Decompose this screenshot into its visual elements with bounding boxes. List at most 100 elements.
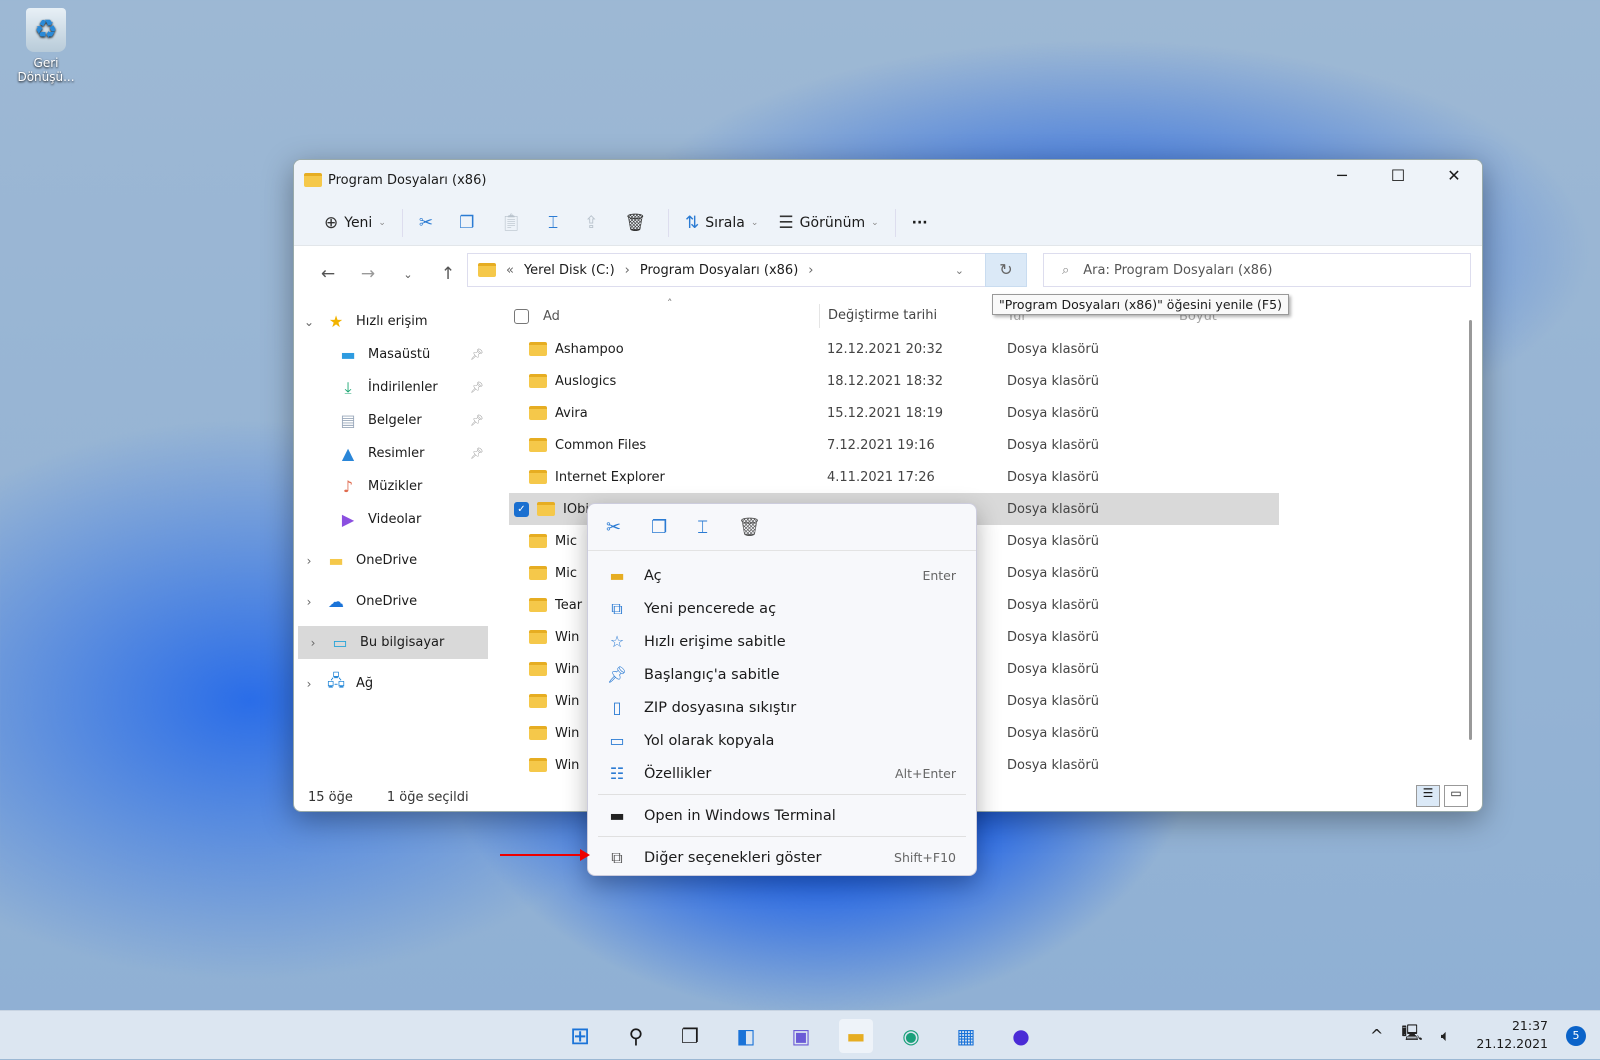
chevron-right-icon[interactable]: › (294, 554, 324, 568)
pictures-icon: ▲ (341, 444, 355, 463)
widgets-icon[interactable]: ◧ (729, 1019, 763, 1053)
search-input[interactable]: ⌕ Ara: Program Dosyaları (x86) (1043, 253, 1471, 287)
file-type: Dosya klasörü (1007, 469, 1099, 485)
context-menu-item[interactable]: ☷ Özellikler Alt+Enter (588, 757, 976, 790)
rename-icon: ⌶ (547, 212, 559, 233)
folder-icon: ▬ (328, 551, 344, 570)
sidebar-item[interactable]: ▲ Resimler 📌︎ (294, 437, 492, 470)
star-icon: ☆ (609, 632, 625, 651)
copy-icon[interactable]: ❐ (651, 517, 667, 538)
file-row[interactable]: Internet Explorer 4.11.2021 17:26 Dosya kl… (509, 461, 1279, 493)
sidebar-item[interactable]: › ▬ OneDrive (294, 544, 492, 577)
minimize-button[interactable]: ─ (1314, 160, 1370, 192)
share-button[interactable]: ⇪ (574, 207, 614, 239)
file-type: Dosya klasörü (1007, 757, 1099, 773)
file-modified: 7.12.2021 19:16 (827, 437, 935, 453)
start-icon[interactable]: ⊞ (563, 1019, 597, 1053)
view-button[interactable]: ☰ Görünüm ⌄ (768, 207, 888, 239)
sidebar-item[interactable]: › ▭ Bu bilgisayar (298, 626, 488, 659)
row-checkbox[interactable]: ✓ (514, 501, 529, 517)
back-arrow-icon[interactable]: ← (308, 264, 348, 284)
close-button[interactable]: ✕ (1426, 160, 1482, 192)
select-all-checkbox[interactable] (514, 308, 529, 324)
sort-button[interactable]: ⇅ Sırala ⌄ (675, 207, 768, 239)
refresh-button[interactable]: ↻ (985, 253, 1027, 287)
chevron-up-icon[interactable]: ^ (1370, 1026, 1383, 1045)
search-icon[interactable]: ⚲ (619, 1019, 653, 1053)
recycle-bin-icon: ♻ (26, 8, 66, 52)
chat-icon[interactable]: ▣ (784, 1019, 818, 1053)
trash-icon: 🗑︎ (624, 212, 647, 233)
cut-icon[interactable]: ✂ (606, 517, 621, 538)
new-button[interactable]: ⊕ Yeni ⌄ (314, 207, 396, 239)
rename-button[interactable]: ⌶ (538, 207, 574, 239)
file-type: Dosya klasörü (1007, 405, 1099, 421)
context-menu-item[interactable]: 📌︎ Başlangıç'a sabitle (588, 658, 976, 691)
address-bar[interactable]: « Yerel Disk (C:) › Program Dosyaları (x8… (467, 253, 1017, 287)
rename-icon[interactable]: ⌶ (697, 517, 708, 538)
file-name: Win (555, 629, 580, 645)
sidebar-item[interactable]: ♪ Müzikler (294, 470, 492, 503)
more-options-button[interactable]: ··· (902, 207, 938, 239)
sidebar-item-label: OneDrive (356, 553, 418, 568)
file-row[interactable]: Common Files 7.12.2021 19:16 Dosya klasörü (509, 429, 1279, 461)
edge-icon[interactable]: ◉ (894, 1019, 928, 1053)
refresh-tooltip: "Program Dosyaları (x86)" öğesini yenile… (992, 294, 1289, 315)
trash-icon[interactable]: 🗑︎ (738, 517, 761, 538)
app-icon[interactable]: ● (1004, 1019, 1038, 1053)
context-menu-item[interactable]: ☆ Hızlı erişime sabitle (588, 625, 976, 658)
paste-button[interactable]: 📋︎ (490, 207, 538, 239)
context-menu-item[interactable]: ▬ Aç Enter (588, 559, 976, 592)
sidebar-item[interactable]: › ☁ OneDrive (294, 585, 492, 618)
sidebar-item[interactable]: ⤓ İndirilenler 📌︎ (294, 371, 492, 404)
menu-item-show-more-options[interactable]: ⧉ Diğer seçenekleri göster Shift+F10 (588, 841, 976, 874)
breadcrumb-item[interactable]: Program Dosyaları (x86) (640, 263, 798, 278)
address-dropdown-icon[interactable]: ⌄ (955, 264, 964, 277)
chevron-right-icon[interactable]: › (294, 595, 324, 609)
store-icon[interactable]: ▦ (949, 1019, 983, 1053)
network-icon[interactable]: 🖳︎ (1401, 1022, 1422, 1049)
large-icons-view-button[interactable]: ▭ (1444, 785, 1468, 807)
search-icon: ⌕ (1062, 262, 1070, 278)
column-name[interactable]: Ad (543, 309, 560, 324)
folder-icon (529, 694, 547, 708)
file-row[interactable]: Ashampoo 12.12.2021 20:32 Dosya klasörü (509, 333, 1279, 365)
context-menu-item[interactable]: ▭ Yol olarak kopyala (588, 724, 976, 757)
sidebar-item[interactable]: ⌄ ★ Hızlı erişim (294, 305, 492, 338)
context-menu-item[interactable]: ⧉ Yeni pencerede aç (588, 592, 976, 625)
desktop-icon: ▬ (340, 345, 356, 364)
chevron-right-icon[interactable]: › (298, 636, 328, 650)
task-view-icon[interactable]: ❐ (673, 1019, 707, 1053)
chevron-right-icon[interactable]: › (294, 677, 324, 691)
up-arrow-icon[interactable]: ↑ (428, 264, 468, 284)
sidebar-item[interactable]: ▶ Videolar (294, 503, 492, 536)
sidebar-item[interactable]: ▬ Masaüstü 📌︎ (294, 338, 492, 371)
file-explorer-icon[interactable]: ▬ (839, 1019, 873, 1053)
folder-icon (529, 438, 547, 452)
cut-button[interactable]: ✂ (409, 207, 449, 239)
copy-button[interactable]: ❐ (449, 207, 490, 239)
notification-badge[interactable]: 5 (1566, 1026, 1586, 1046)
file-row[interactable]: Auslogics 18.12.2021 18:32 Dosya klasörü (509, 365, 1279, 397)
recycle-bin[interactable]: ♻ Geri Dönüşü... (10, 8, 82, 84)
forward-arrow-icon[interactable]: → (348, 264, 388, 284)
clock[interactable]: 21:37 21.12.2021 (1476, 1017, 1548, 1053)
menu-item-open-terminal[interactable]: ▬ Open in Windows Terminal (588, 799, 976, 832)
red-arrow-annotation (500, 849, 590, 861)
recent-chevron-icon[interactable]: ⌄ (388, 268, 428, 281)
volume-icon[interactable]: 🔈︎ (1441, 1026, 1451, 1046)
context-menu-item[interactable]: ▯ ZIP dosyasına sıkıştır (588, 691, 976, 724)
chevron-down-icon[interactable]: ⌄ (294, 315, 324, 329)
file-row[interactable]: Avira 15.12.2021 18:19 Dosya klasörü (509, 397, 1279, 429)
sidebar-item[interactable]: › 🖧︎ Ağ (294, 667, 492, 700)
share-icon: ⇪ (584, 212, 599, 233)
taskbar: ⊞ ⚲ ❐ ◧ ▣ ▬ ◉ ▦ ● ^ 🖳︎ 🔈︎ 21:37 21.12.202… (0, 1010, 1600, 1059)
details-view-button[interactable]: ☰ (1416, 785, 1440, 807)
sidebar-item-label: Belgeler (368, 413, 422, 428)
delete-button[interactable]: 🗑︎ (614, 207, 662, 239)
sidebar-item[interactable]: ▤ Belgeler 📌︎ (294, 404, 492, 437)
vertical-scrollbar[interactable] (1469, 320, 1472, 740)
breadcrumb-item[interactable]: Yerel Disk (C:) (524, 263, 615, 278)
column-modified[interactable]: Değiştirme tarihi (819, 304, 999, 328)
maximize-button[interactable]: ☐ (1370, 160, 1426, 192)
